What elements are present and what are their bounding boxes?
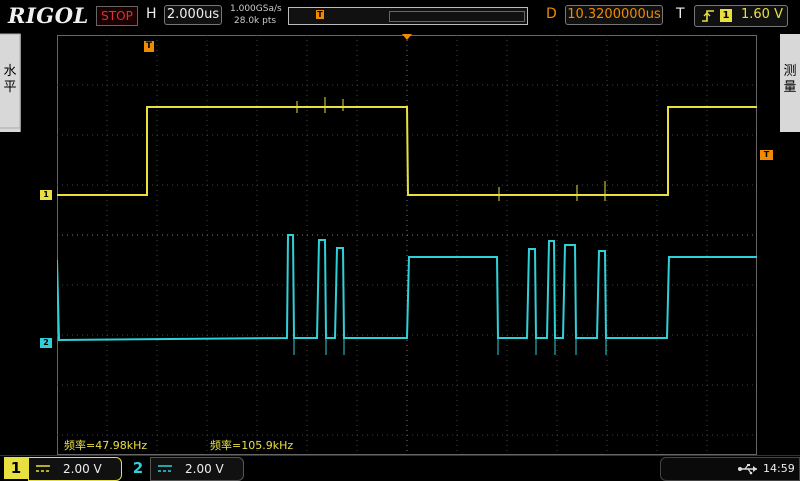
brand-logo: RIGOL [8,3,89,28]
memory-depth: 28.0k pts [234,16,277,26]
sample-rate: 1.000GSa/s [230,4,282,14]
system-status-area: 14:59 [660,457,800,481]
dc-coupling-icon [36,465,50,472]
delay-value[interactable]: 10.3200000us [565,5,663,25]
oscilloscope-display [57,35,757,455]
usb-icon [738,464,757,475]
measurement-frequency-ch2: 频率=105.9kHz [210,439,294,452]
measure-menu-tab[interactable]: 测量 [780,34,800,132]
trigger-label: T [676,6,685,22]
trigger-level: 1.60 V [741,7,783,22]
measure-menu-label: 测量 [783,64,797,95]
channel-1-offset-marker[interactable]: 1 [40,190,52,200]
trigger-time-marker[interactable]: T [144,41,154,52]
dc-coupling-icon [158,465,172,472]
timebase-value[interactable]: 2.000us [164,5,222,25]
memory-window [389,11,525,22]
trigger-settings-box[interactable]: 1 1.60 V [694,5,788,27]
channel-1-settings[interactable]: 2.00 V [28,457,122,481]
rising-edge-icon [702,10,714,22]
channel-2-offset-marker[interactable]: 2 [40,338,52,348]
horizontal-label: H [146,6,157,22]
trigger-position-marker: T [316,10,324,19]
measurement-frequency-ch1: 频率=47.98kHz [64,439,148,452]
channel-2-settings[interactable]: 2.00 V [150,457,244,481]
run-stop-indicator[interactable]: STOP [96,6,138,26]
channel-1-badge[interactable]: 1 [4,457,28,479]
channel-1-scale: 2.00 V [63,462,102,476]
channel-2-scale: 2.00 V [185,462,224,476]
waveform-memory-bar: T [288,7,528,25]
clock: 14:59 [763,462,795,475]
delay-label: D [546,6,557,22]
trigger-source-badge: 1 [720,9,732,22]
channel-2-badge[interactable]: 2 [126,457,150,479]
center-marker-icon [402,34,412,40]
top-status-bar: RIGOL STOP H 2.000us 1.000GSa/s 28.0k pt… [0,0,800,30]
trigger-level-marker[interactable]: T [760,150,773,160]
left-tab-frame [0,33,21,129]
